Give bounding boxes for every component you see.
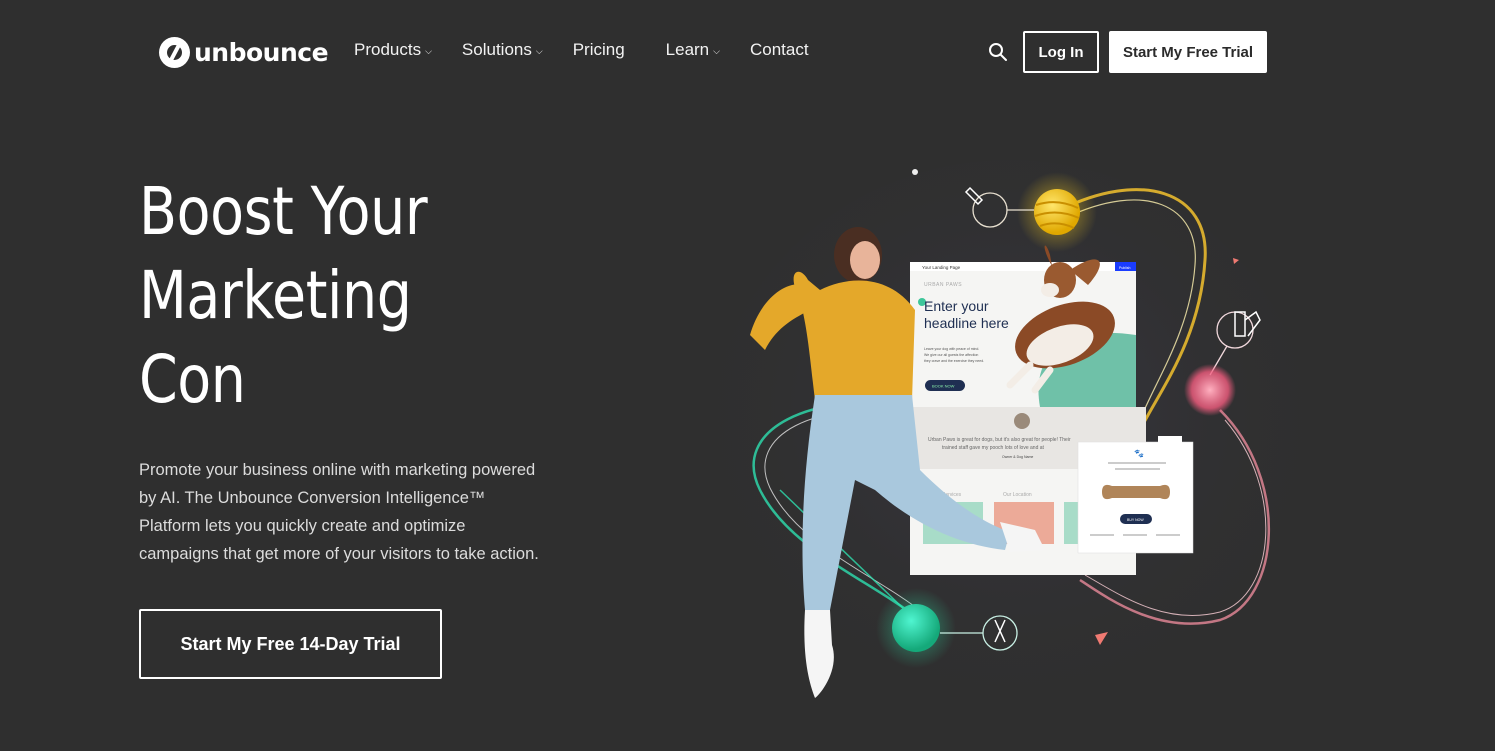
nav-pricing-label: Pricing	[572, 40, 625, 59]
logo-icon	[159, 37, 190, 68]
product-popup: 🐾 BUY NOW	[1077, 436, 1194, 554]
nav-learn[interactable]: Learn ⌵	[666, 40, 720, 60]
login-button[interactable]: Log In	[1023, 31, 1099, 73]
hero-illustration: Your Landing Page Publish URBAN PAWS Ent…	[690, 150, 1310, 720]
start-14-day-trial-button[interactable]: Start My Free 14-Day Trial	[139, 609, 442, 679]
site-header: unbounce Products ⌵ Solutions ⌵ Pricing …	[0, 0, 1495, 104]
nav-contact[interactable]: Contact	[750, 40, 809, 60]
start-free-trial-button[interactable]: Start My Free Trial	[1109, 31, 1267, 73]
paw-icon: 🐾	[1134, 449, 1144, 458]
nav-products-label: Products	[354, 40, 422, 59]
hero-description: Promote your business online with market…	[139, 461, 539, 563]
chevron-down-icon: ⌵	[425, 46, 432, 56]
nav-solutions-label: Solutions	[461, 40, 532, 59]
svg-text:headline here: headline here	[924, 315, 1009, 331]
unbounce-logo[interactable]: unbounce	[159, 37, 329, 68]
main-nav: Products ⌵ Solutions ⌵ Pricing Learn ⌵ C…	[354, 40, 809, 60]
nav-learn-label: Learn	[665, 40, 710, 59]
chevron-down-icon: ⌵	[713, 46, 720, 56]
svg-text:they crave and the exercise th: they crave and the exercise they need.	[924, 359, 984, 363]
svg-text:Leave your dog with peace of m: Leave your dog with peace of mind.	[924, 347, 979, 351]
svg-text:BOOK NOW: BOOK NOW	[932, 384, 955, 389]
pink-ball	[1184, 364, 1236, 416]
svg-text:URBAN PAWS: URBAN PAWS	[924, 282, 962, 288]
nav-products[interactable]: Products ⌵	[354, 40, 432, 60]
svg-text:We give our all guests the aff: We give our all guests the affection	[924, 353, 978, 357]
headline-line: Marketing	[139, 257, 412, 334]
nav-contact-label: Contact	[749, 40, 809, 59]
headline-line: Boost Your	[139, 173, 428, 250]
page: unbounce Products ⌵ Solutions ⌵ Pricing …	[0, 0, 1495, 751]
svg-text:Owner & Dog Name: Owner & Dog Name	[1002, 455, 1033, 459]
nav-solutions[interactable]: Solutions ⌵	[462, 40, 543, 60]
svg-text:Urban Paws is great for dogs,: Urban Paws is great for dogs, but it's a…	[928, 437, 1071, 443]
svg-text:trained staff gave my pooch lo: trained staff gave my pooch lots of love…	[942, 445, 1045, 451]
svg-text:Our Location: Our Location	[1003, 492, 1032, 498]
nav-pricing[interactable]: Pricing	[573, 40, 625, 60]
hero-headline: Boost Your Marketing Con	[139, 170, 428, 422]
chevron-down-icon: ⌵	[535, 46, 543, 56]
headline-line: Con	[139, 341, 246, 418]
logo-text: unbounce	[194, 38, 329, 67]
svg-text:Your Landing Page: Your Landing Page	[922, 265, 961, 270]
green-ball	[892, 604, 940, 652]
search-icon[interactable]	[988, 42, 1008, 62]
svg-text:Enter your: Enter your	[924, 298, 989, 314]
svg-text:Publish: Publish	[1119, 266, 1131, 270]
svg-text:BUY NOW: BUY NOW	[1127, 518, 1144, 522]
